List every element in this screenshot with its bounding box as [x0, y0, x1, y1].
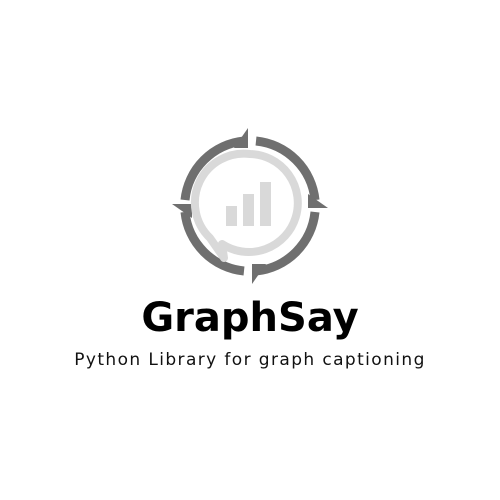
brand-name: GraphSay: [141, 295, 359, 341]
brand-tagline: Python Library for graph captioning: [74, 350, 426, 370]
logo-canvas: GraphSay Python Library for graph captio…: [0, 0, 500, 500]
graphsay-logo-icon: [172, 128, 328, 284]
bar-chart-icon: [226, 182, 271, 226]
